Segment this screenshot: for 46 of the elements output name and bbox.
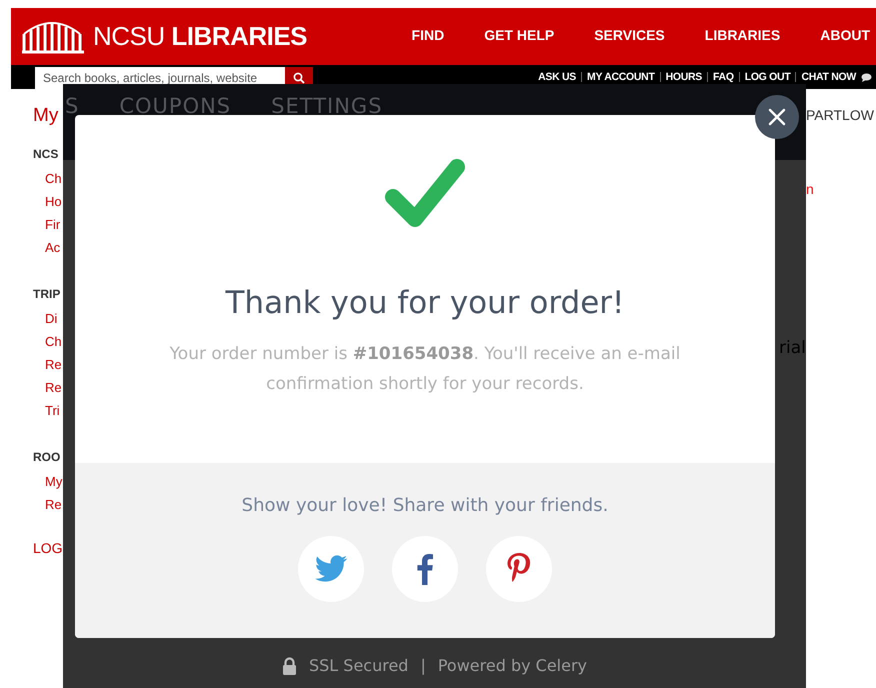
utility-link[interactable]: FAQ <box>713 71 734 83</box>
sidebar-link[interactable]: Re <box>45 493 63 516</box>
sidebar-link[interactable]: Ac <box>45 236 63 259</box>
sidebar-link[interactable]: Re <box>45 353 63 376</box>
bird-icon <box>314 555 348 583</box>
powered-by-label: Powered by Celery <box>438 656 588 675</box>
sidebar-link[interactable]: My <box>45 470 63 493</box>
sidebar-link[interactable]: Ch <box>45 167 63 190</box>
background-tab-label: SETTINGS <box>271 94 383 118</box>
order-message: Your order number is #101654038. You'll receive an e-mail confirmation shortly for your records. <box>168 343 682 396</box>
ssl-label: SSL Secured <box>308 656 408 675</box>
separator-text: | <box>420 656 426 675</box>
nav-link[interactable]: GET HELP <box>484 26 554 42</box>
nav-link[interactable]: SERVICES <box>594 26 665 42</box>
close-icon <box>767 107 787 127</box>
lock-icon <box>282 656 297 674</box>
modal-title: Thank you for your order! <box>226 285 624 321</box>
chat-icon[interactable] <box>861 72 872 82</box>
search-icon <box>293 72 305 84</box>
logo-icon[interactable] <box>21 20 87 54</box>
sidebar-link[interactable]: Fir <box>45 213 63 236</box>
share-prompt: Show your love! Share with your friends. <box>242 495 608 516</box>
utility-link[interactable]: LOG OUT <box>744 71 790 83</box>
utility-link[interactable]: ASK US <box>538 71 576 83</box>
background-tab-label: COUPONS <box>119 94 232 118</box>
sidebar-link[interactable]: Re <box>45 376 63 399</box>
logo-text[interactable]: NCSU LIBRARIES <box>93 21 308 52</box>
sidebar-link[interactable]: Ch <box>45 330 63 353</box>
sidebar-link[interactable]: Di <box>45 307 63 330</box>
sidebar-link[interactable]: Tri <box>45 399 63 422</box>
user-name: PARTLOW <box>806 107 875 123</box>
f-icon <box>417 553 433 585</box>
sidebar-heading: NCS <box>33 147 60 161</box>
link-text[interactable]: n <box>806 181 876 197</box>
background-tab-label: S <box>65 94 80 118</box>
sidebar-title[interactable]: My <box>33 105 63 127</box>
sidebar-link[interactable]: Ho <box>45 190 63 213</box>
utility-link[interactable]: MY ACCOUNT <box>587 71 655 83</box>
utility-link[interactable]: CHAT NOW <box>801 71 856 83</box>
nav-link[interactable]: LIBRARIES <box>704 26 780 42</box>
nav-link[interactable]: FIND <box>412 26 444 42</box>
nav-link[interactable]: ABOUT <box>820 26 870 42</box>
sidebar-heading: ROO <box>33 450 62 464</box>
sidebar-heading: TRIP <box>33 287 62 301</box>
sidebar-link[interactable]: LOG <box>33 540 63 556</box>
utility-link[interactable]: HOURS <box>666 71 702 83</box>
